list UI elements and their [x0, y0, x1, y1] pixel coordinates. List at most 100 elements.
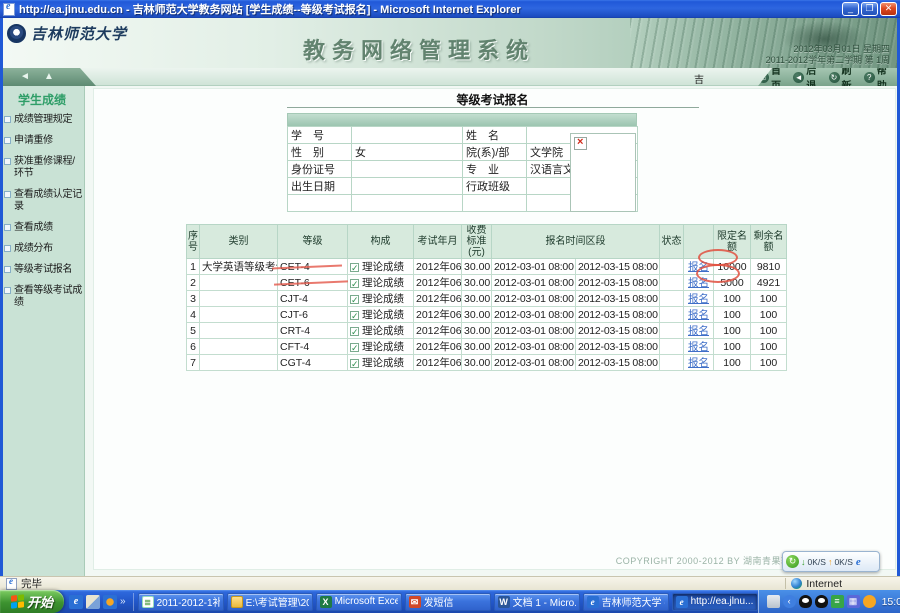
minimize-button[interactable]: _ — [842, 2, 859, 16]
col-header-action — [684, 225, 714, 259]
component-label: 理论成绩 — [362, 325, 404, 337]
register-link[interactable]: 报名 — [688, 261, 709, 273]
field-label: 行政班级 — [463, 178, 527, 195]
sidebar-item[interactable]: 查看等级考试成绩 — [4, 285, 84, 309]
taskbar-button-word[interactable]: W 文档 1 - Micro... — [494, 593, 580, 611]
copyright-text: COPYRIGHT 2000-2012 BY 湖南青果软件 — [616, 554, 800, 567]
col-header-category: 类别 — [200, 225, 278, 259]
taskbar-button-ie-university[interactable]: e 吉林师范大学 -... — [583, 593, 669, 611]
speed-monitor-icon[interactable]: ↻ — [786, 555, 799, 568]
sidebar-item[interactable]: 成绩管理规定 — [4, 114, 84, 126]
cell-no: 7 — [187, 355, 200, 371]
cell-action: 报名 — [684, 307, 714, 323]
display-settings-icon[interactable]: ▦ — [847, 595, 860, 608]
browser-boost-icon[interactable]: e — [856, 556, 861, 568]
register-link[interactable]: 报名 — [688, 277, 709, 289]
system-title: 教务网络管理系统 — [303, 33, 535, 65]
sidebar-item[interactable]: 等级考试报名 — [4, 264, 84, 276]
page-title: 等级考试报名 — [85, 91, 900, 108]
cell-fee: 30.00 — [462, 339, 492, 355]
quicklaunch-show-desktop-icon[interactable] — [86, 595, 100, 609]
register-link[interactable]: 报名 — [688, 341, 709, 353]
table-row: 6 CFT-4 ✓理论成绩 2012年06月 30.00 2012-03-01 … — [187, 339, 787, 355]
component-checkbox[interactable]: ✓ — [350, 327, 359, 336]
security-icon[interactable] — [863, 595, 876, 608]
sidebar-item[interactable]: 查看成绩 — [4, 222, 84, 234]
university-emblem-icon — [7, 24, 26, 43]
taskbar-button-ie-current[interactable]: e http://ea.jlnu... — [672, 593, 758, 611]
restore-button[interactable]: ❐ — [861, 2, 878, 16]
window-title: http://ea.jlnu.edu.cn - 吉林师范大学教务网站 [学生成绩… — [19, 1, 842, 17]
quicklaunch-chevron-icon[interactable]: » — [120, 596, 126, 607]
cell-status — [660, 275, 684, 291]
field-value — [352, 127, 463, 144]
component-checkbox[interactable]: ✓ — [350, 343, 359, 352]
table-row: 4 CJT-6 ✓理论成绩 2012年06月 30.00 2012-03-01 … — [187, 307, 787, 323]
page-banner: 吉林师范大学 教务网络管理系统 2012年03月01日 星期四 2011-201… — [0, 18, 900, 68]
col-header-quota: 限定名额 — [714, 225, 751, 259]
cell-reg-end: 2012-03-15 08:00 — [576, 275, 660, 291]
messenger-icon[interactable]: ‹ — [783, 595, 796, 608]
start-button[interactable]: 开始 — [0, 590, 64, 613]
field-label: 姓 名 — [463, 127, 527, 144]
student-photo-box — [570, 133, 636, 212]
empty-cell — [352, 195, 463, 212]
quicklaunch-media-player-icon[interactable] — [103, 595, 117, 609]
component-label: 理论成绩 — [362, 277, 404, 289]
taskbar-button-excel[interactable]: X Microsoft Exce... — [316, 593, 402, 611]
input-method-icon[interactable] — [767, 595, 780, 608]
close-button[interactable]: ✕ — [880, 2, 897, 16]
quicklaunch-ie-icon[interactable]: e — [69, 595, 83, 609]
col-header-component: 构成 — [348, 225, 414, 259]
register-link[interactable]: 报名 — [688, 357, 709, 369]
cell-status — [660, 291, 684, 307]
cell-action: 报名 — [684, 323, 714, 339]
collapse-up-icon[interactable]: ▲ — [44, 71, 54, 83]
cell-action: 报名 — [684, 355, 714, 371]
sidebar-item[interactable]: 成绩分布 — [4, 243, 84, 255]
cell-reg-end: 2012-03-15 08:00 — [576, 339, 660, 355]
task-list-icon[interactable]: ≡ — [831, 595, 844, 608]
component-checkbox[interactable]: ✓ — [350, 279, 359, 288]
component-checkbox[interactable]: ✓ — [350, 311, 359, 320]
cell-quota: 100 — [714, 323, 751, 339]
cell-no: 2 — [187, 275, 200, 291]
register-link[interactable]: 报名 — [688, 293, 709, 305]
cell-level: CRT-4 — [278, 323, 348, 339]
taskbar-button-spreadsheet[interactable]: ≣ 2011-2012-1补... — [138, 593, 224, 611]
qq-icon[interactable] — [799, 595, 812, 608]
component-checkbox[interactable]: ✓ — [350, 295, 359, 304]
cell-no: 5 — [187, 323, 200, 339]
register-link[interactable]: 报名 — [688, 309, 709, 321]
sidebar-item[interactable]: 查看成绩认定记录 — [4, 189, 84, 213]
network-speed-widget[interactable]: ↻ ↓ 0K/S ↑ 0K/S e — [782, 551, 880, 572]
sidebar-item[interactable]: 申请重修 — [4, 135, 84, 147]
square-bullet-icon — [4, 116, 11, 123]
collapse-left-icon[interactable]: ◄ — [20, 71, 30, 83]
component-label: 理论成绩 — [362, 309, 404, 321]
component-checkbox[interactable]: ✓ — [350, 359, 359, 368]
cell-remaining: 4921 — [751, 275, 787, 291]
window-border-left — [0, 18, 3, 590]
qq-icon-2[interactable] — [815, 595, 828, 608]
sidebar: 学生成绩 成绩管理规定 申请重修 获准重修课程/环节 — [0, 86, 85, 576]
sidebar-item-label: 查看等级考试成绩 — [14, 285, 84, 309]
component-checkbox[interactable]: ✓ — [350, 263, 359, 272]
cell-remaining: 100 — [751, 291, 787, 307]
taskbar-button-sms[interactable]: ✉ 发短信 — [405, 593, 491, 611]
upload-speed: 0K/S — [834, 557, 852, 567]
cell-remaining: 100 — [751, 339, 787, 355]
cell-reg-end: 2012-03-15 08:00 — [576, 291, 660, 307]
cell-category: 大学英语等级考试 — [200, 259, 278, 275]
cell-component: ✓理论成绩 — [348, 275, 414, 291]
square-bullet-icon — [4, 137, 11, 144]
sidebar-item[interactable]: 获准重修课程/环节 — [4, 156, 84, 180]
square-bullet-icon — [4, 158, 11, 165]
cell-category — [200, 339, 278, 355]
upload-arrow-icon: ↑ — [828, 557, 833, 567]
download-speed: 0K/S — [808, 557, 826, 567]
cell-level: CGT-4 — [278, 355, 348, 371]
profile-header-bar — [287, 113, 637, 126]
taskbar-button-folder[interactable]: E:\考试管理\20... — [227, 593, 313, 611]
register-link[interactable]: 报名 — [688, 325, 709, 337]
